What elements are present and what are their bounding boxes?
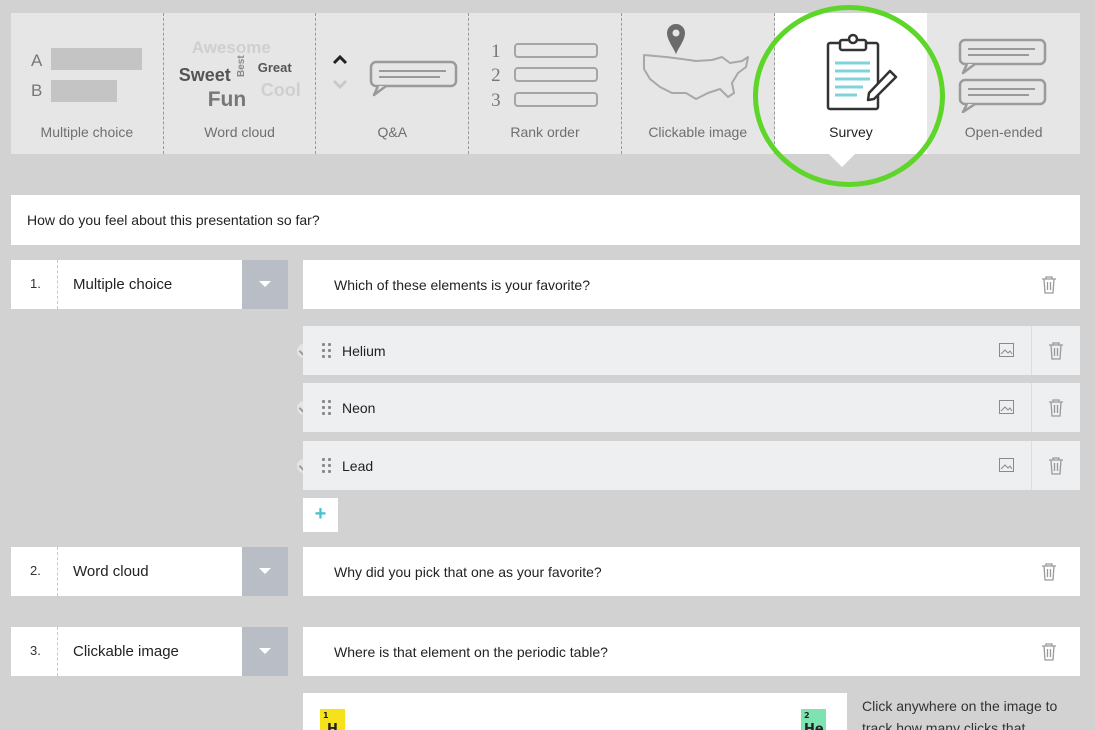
question-type-selector[interactable]: 1. Multiple choice bbox=[11, 260, 288, 309]
question-number: 2. bbox=[30, 563, 41, 578]
tool-clickable-image[interactable]: Clickable image bbox=[621, 13, 775, 154]
question-number: 3. bbox=[30, 643, 41, 658]
clipboard-icon bbox=[826, 33, 897, 111]
drag-handle-icon[interactable] bbox=[322, 400, 332, 416]
word-awesome: Awesome bbox=[191, 38, 271, 57]
element-number: 2 bbox=[804, 711, 810, 720]
tool-survey[interactable]: Survey bbox=[774, 13, 928, 154]
tool-word-cloud[interactable]: Awesome Sweet Best Great Fun Cool Word c… bbox=[163, 13, 317, 154]
mc-letter-b: B bbox=[31, 81, 43, 100]
divider bbox=[1031, 441, 1032, 490]
rank-order-icon: 1 2 3 bbox=[469, 13, 622, 113]
divider bbox=[57, 547, 58, 596]
tool-label: Survey bbox=[829, 124, 873, 140]
tool-qa[interactable]: Q&A bbox=[316, 13, 470, 154]
mc-letter-a: A bbox=[31, 51, 43, 70]
element-number: 1 bbox=[323, 711, 329, 720]
image-icon[interactable] bbox=[999, 458, 1014, 472]
clickable-image-preview[interactable]: 1 H 2 He bbox=[303, 693, 847, 730]
question-text-field[interactable]: Which of these elements is your favorite… bbox=[303, 260, 1080, 309]
tool-rank-order[interactable]: 1 2 3 Rank order bbox=[469, 13, 622, 154]
option-row[interactable]: Helium bbox=[303, 326, 1080, 375]
element-symbol: H bbox=[327, 722, 338, 730]
question-text: Where is that element on the periodic ta… bbox=[334, 644, 608, 660]
trash-icon[interactable] bbox=[1048, 399, 1064, 417]
drag-handle-icon[interactable] bbox=[322, 458, 332, 474]
divider bbox=[1031, 383, 1032, 432]
element-tile-hydrogen: 1 H bbox=[320, 709, 345, 730]
tool-label: Open-ended bbox=[964, 124, 1043, 140]
word-fun: Fun bbox=[207, 88, 247, 111]
rank-number-2: 2 bbox=[491, 65, 501, 86]
question-type-toolbar: A B Multiple choice Awesome Sweet Best G… bbox=[11, 13, 1081, 154]
question-type-selector[interactable]: 3. Clickable image bbox=[11, 627, 288, 676]
word-great: Great bbox=[257, 60, 292, 75]
chevron-down-icon[interactable] bbox=[242, 627, 288, 676]
trash-icon[interactable] bbox=[1041, 276, 1057, 294]
rank-bar-1 bbox=[514, 43, 599, 58]
question-text-field[interactable]: Where is that element on the periodic ta… bbox=[303, 627, 1080, 676]
active-tool-pointer bbox=[828, 153, 856, 167]
tool-label: Q&A bbox=[377, 124, 408, 140]
tool-open-ended[interactable]: Open-ended bbox=[927, 13, 1081, 154]
option-row[interactable]: Neon bbox=[303, 383, 1080, 432]
word-sweet: Sweet bbox=[178, 65, 231, 85]
survey-title: How do you feel about this presentation … bbox=[27, 212, 320, 228]
word-cool: Cool bbox=[260, 80, 301, 100]
divider bbox=[1031, 326, 1032, 375]
plus-icon: + bbox=[314, 503, 327, 525]
question-text-field[interactable]: Why did you pick that one as your favori… bbox=[303, 547, 1080, 596]
qa-icon bbox=[333, 54, 458, 97]
mc-bar-a bbox=[51, 48, 142, 70]
speech-bubbles-icon bbox=[959, 38, 1047, 113]
option-label: Helium bbox=[342, 343, 386, 359]
question-text: Why did you pick that one as your favori… bbox=[334, 564, 602, 580]
element-tile-helium: 2 He bbox=[801, 709, 826, 730]
multiple-choice-icon: A B bbox=[11, 13, 164, 113]
image-icon[interactable] bbox=[999, 400, 1014, 414]
clickable-image-hint: Click anywhere on the image to track how… bbox=[862, 698, 1058, 730]
question-type-label: Clickable image bbox=[73, 643, 179, 660]
chevron-down-icon[interactable] bbox=[242, 260, 288, 309]
tool-label: Clickable image bbox=[648, 124, 748, 140]
question-number: 1. bbox=[30, 276, 41, 291]
question-type-selector[interactable]: 2. Word cloud bbox=[11, 547, 288, 596]
tool-multiple-choice[interactable]: A B Multiple choice bbox=[11, 13, 164, 154]
rank-number-3: 3 bbox=[491, 90, 501, 111]
word-cloud-icon: Awesome Sweet Best Great Fun Cool bbox=[164, 13, 317, 113]
rank-bar-3 bbox=[514, 92, 599, 107]
drag-handle-icon[interactable] bbox=[322, 343, 332, 359]
option-label: Neon bbox=[342, 400, 376, 416]
image-icon[interactable] bbox=[999, 343, 1014, 357]
element-symbol: He bbox=[804, 722, 824, 730]
question-type-label: Multiple choice bbox=[73, 276, 173, 293]
divider bbox=[57, 260, 58, 309]
rank-number-1: 1 bbox=[491, 41, 501, 62]
chevron-down-icon[interactable] bbox=[242, 547, 288, 596]
trash-icon[interactable] bbox=[1048, 342, 1064, 360]
tool-label: Multiple choice bbox=[40, 124, 134, 140]
trash-icon[interactable] bbox=[1041, 563, 1057, 581]
survey-title-field[interactable]: How do you feel about this presentation … bbox=[11, 195, 1080, 245]
word-best: Best bbox=[235, 55, 247, 77]
mc-bar-b bbox=[51, 80, 117, 102]
add-option-button[interactable]: + bbox=[303, 498, 338, 532]
option-label: Lead bbox=[342, 458, 374, 474]
tool-label: Word cloud bbox=[204, 124, 275, 140]
option-row[interactable]: Lead bbox=[303, 441, 1080, 490]
tool-label: Rank order bbox=[510, 124, 580, 140]
trash-icon[interactable] bbox=[1041, 643, 1057, 661]
rank-bar-2 bbox=[514, 67, 599, 82]
map-pin-icon bbox=[642, 24, 749, 100]
divider bbox=[57, 627, 58, 676]
question-type-label: Word cloud bbox=[73, 563, 149, 580]
trash-icon[interactable] bbox=[1048, 457, 1064, 475]
question-text: Which of these elements is your favorite… bbox=[334, 277, 591, 293]
